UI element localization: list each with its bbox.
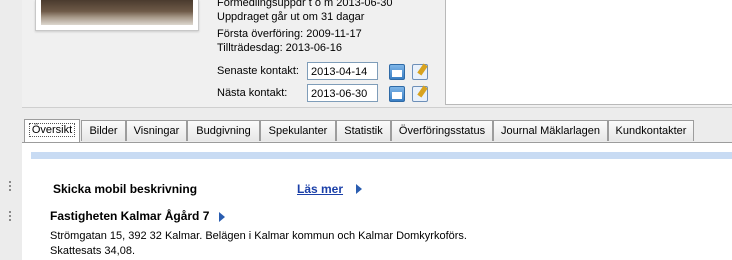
calendar-icon[interactable] bbox=[389, 64, 405, 80]
assignment-period: Förmedlingsuppdr t o m 2013-06-30 bbox=[217, 0, 393, 9]
next-contact-label: Nästa kontakt: bbox=[217, 87, 288, 99]
tab-visningar[interactable]: Visningar bbox=[126, 120, 187, 141]
section-header-bar bbox=[31, 152, 732, 159]
edit-contact-icon[interactable] bbox=[412, 86, 428, 102]
arrow-right-icon[interactable] bbox=[356, 184, 362, 194]
tab-journal-maklarlagen[interactable]: Journal Mäklarlagen bbox=[493, 120, 608, 141]
access-day: Tillträdesdag: 2013-06-16 bbox=[217, 42, 342, 54]
edit-contact-icon[interactable] bbox=[412, 64, 428, 80]
tab-spekulanter[interactable]: Spekulanter bbox=[260, 120, 336, 141]
latest-contact-field[interactable]: 2013-04-14 bbox=[307, 62, 378, 80]
first-transfer: Första överföring: 2009-11-17 bbox=[217, 28, 362, 40]
arrow-right-icon[interactable] bbox=[219, 212, 225, 222]
calendar-icon[interactable] bbox=[389, 86, 405, 102]
tab-kundkontakter[interactable]: Kundkontakter bbox=[608, 120, 694, 141]
mobile-description-title: Skicka mobil beskrivning bbox=[53, 182, 198, 196]
tab-statistik[interactable]: Statistik bbox=[336, 120, 391, 141]
property-photo[interactable] bbox=[35, 0, 199, 31]
next-contact-field[interactable]: 2013-06-30 bbox=[307, 84, 378, 102]
assignment-expiry: Uppdraget går ut om 31 dagar bbox=[217, 11, 365, 23]
property-address: Strömgatan 15, 392 32 Kalmar. Belägen i … bbox=[50, 230, 467, 242]
tab-budgivning[interactable]: Budgivning bbox=[187, 120, 260, 141]
right-side-panel bbox=[445, 0, 732, 105]
tab-bilder[interactable]: Bilder bbox=[81, 120, 126, 141]
property-photo-image bbox=[41, 0, 193, 25]
tax-rate: Skattesats 34,08. bbox=[50, 245, 135, 257]
tab-overforingsstatus[interactable]: Överföringsstatus bbox=[391, 120, 493, 141]
property-title: Fastigheten Kalmar Ågård 7 bbox=[50, 209, 210, 223]
splitter-grip[interactable] bbox=[9, 210, 12, 224]
splitter-grip[interactable] bbox=[9, 180, 12, 194]
tab-oversikt[interactable]: Översikt bbox=[24, 119, 80, 142]
latest-contact-label: Senaste kontakt: bbox=[217, 65, 299, 77]
overview-content bbox=[22, 142, 732, 260]
read-more-link[interactable]: Läs mer bbox=[297, 182, 343, 196]
